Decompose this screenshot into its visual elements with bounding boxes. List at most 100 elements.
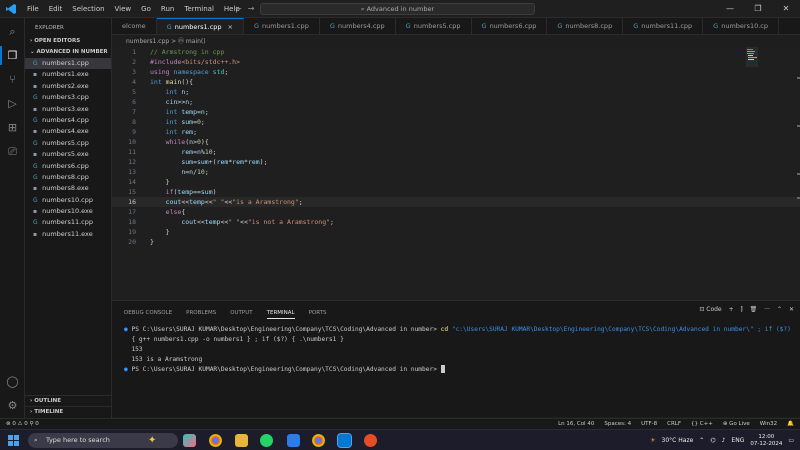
chrome-profile-icon[interactable] (312, 434, 325, 447)
account-icon[interactable]: ◯ (5, 374, 20, 389)
run-debug-icon[interactable]: ▷ (5, 96, 20, 111)
tab-numbers5-cpp[interactable]: Gnumbers5.cpp (395, 18, 472, 34)
panel-tab-ports[interactable]: PORTS (309, 307, 327, 319)
file-item[interactable]: G numbers5.cpp (25, 138, 111, 149)
sparkle-icon[interactable]: ✦ (148, 434, 161, 447)
code-line[interactable]: 11 rem=n%10; (112, 147, 800, 157)
copilot-icon[interactable] (183, 434, 196, 447)
tab-elcome[interactable]: elcome (112, 18, 157, 34)
file-item[interactable]: ▪ numbers8.exe (25, 183, 111, 194)
code-line[interactable]: 5 int n; (112, 87, 800, 97)
code-line[interactable]: 9 int rem; (112, 127, 800, 137)
code-line[interactable]: 12 sum=sum+(rem*rem*rem); (112, 157, 800, 167)
editor-scrollbar[interactable] (788, 47, 800, 300)
panel-tab-debug-console[interactable]: DEBUG CONSOLE (124, 307, 172, 319)
timeline-section[interactable]: › TIMELINE (25, 406, 112, 417)
more-actions-icon[interactable]: ··· (764, 306, 770, 314)
code-line[interactable]: 16 cout<<temp<<" "<<"is a Aramstrong"; (112, 197, 800, 207)
menu-edit[interactable]: Edit (44, 0, 68, 18)
terminal-output[interactable]: ● PS C:\Users\SURAJ KUMAR\Desktop\Engine… (124, 325, 800, 375)
open-editors-section[interactable]: › OPEN EDITORS (25, 36, 111, 47)
file-item[interactable]: ▪ numbers5.exe (25, 149, 111, 160)
minimize-button[interactable]: — (716, 0, 744, 18)
code-line[interactable]: 17 else{ (112, 207, 800, 217)
file-item[interactable]: ▪ numbers3.exe (25, 104, 111, 115)
outline-section[interactable]: › OUTLINE (25, 395, 112, 406)
kill-terminal-icon[interactable]: 🗑 (750, 306, 758, 314)
file-item[interactable]: ▪ numbers11.exe (25, 229, 111, 240)
code-line[interactable]: 14 } (112, 177, 800, 187)
file-item[interactable]: ▪ numbers10.exe (25, 206, 111, 217)
language-indicator[interactable]: ENG (731, 437, 744, 444)
tab-numbers1-cpp[interactable]: Gnumbers1.cpp (243, 18, 320, 34)
file-item[interactable]: G numbers11.cpp (25, 217, 111, 228)
minimap[interactable] (746, 47, 758, 67)
code-line[interactable]: 1 // Armstrong in cpp (112, 47, 800, 57)
new-terminal-icon[interactable]: + (729, 306, 734, 314)
app-icon[interactable] (364, 434, 377, 447)
explorer-icon[interactable]: ❐ (0, 46, 20, 65)
command-center[interactable]: ←→ ⌕ Advanced in number (235, 3, 535, 15)
tab-numbers10-cp[interactable]: Gnumbers10.cp (703, 18, 780, 34)
file-item[interactable]: G numbers10.cpp (25, 195, 111, 206)
tray-overflow-icon[interactable]: ⌃ (699, 437, 704, 444)
code-line[interactable]: 3 using namespace std; (112, 67, 800, 77)
file-item[interactable]: G numbers3.cpp (25, 92, 111, 103)
menu-terminal[interactable]: Terminal (179, 0, 219, 18)
network-icon[interactable]: ⌬ (710, 437, 715, 444)
settings-gear-icon[interactable]: ⚙ (5, 398, 20, 413)
remote-explorer-icon[interactable]: ⎚ (5, 144, 20, 159)
weather-text[interactable]: 30°C Haze (662, 437, 694, 444)
file-item[interactable]: G numbers1.cpp (25, 58, 111, 70)
tab-numbers4-cpp[interactable]: Gnumbers4.cpp (319, 18, 396, 34)
search-icon[interactable]: ⌕ (5, 24, 20, 39)
code-line[interactable]: 7 int temp=n; (112, 107, 800, 117)
close-tab-icon[interactable]: × (228, 23, 233, 31)
terminal-shell-selector[interactable]: ⊡ Code (699, 306, 721, 314)
close-button[interactable]: ✕ (772, 0, 800, 18)
tab-numbers8-cpp[interactable]: Gnumbers8.cpp (547, 18, 624, 34)
maximize-button[interactable]: ❐ (744, 0, 772, 18)
code-line[interactable]: 15 if(temp==sum) (112, 187, 800, 197)
extensions-icon[interactable]: ⊞ (5, 120, 20, 135)
clock[interactable]: 12:00 07-12-2024 (750, 434, 782, 448)
source-control-icon[interactable]: ⑂ (5, 72, 20, 87)
vscode-taskbar-icon[interactable] (337, 433, 352, 448)
menu-view[interactable]: View (110, 0, 137, 18)
code-line[interactable]: 4 int main(){ (112, 77, 800, 87)
maximize-panel-icon[interactable]: ⌃ (777, 306, 782, 314)
panel-tab-output[interactable]: OUTPUT (230, 307, 252, 319)
close-panel-icon[interactable]: ✕ (789, 306, 794, 314)
tab-numbers11-cpp[interactable]: Gnumbers11.cpp (623, 18, 704, 34)
code-line[interactable]: 6 cin>>n; (112, 97, 800, 107)
breadcrumb[interactable]: numbers1.cpp > ⓜ main() (112, 36, 800, 47)
tab-numbers6-cpp[interactable]: Gnumbers6.cpp (471, 18, 548, 34)
file-explorer-icon[interactable] (235, 434, 248, 447)
code-line[interactable]: 19 } (112, 227, 800, 237)
code-editor[interactable]: 1 // Armstrong in cpp 2 #include<bits/stdc+… (112, 47, 800, 300)
code-line[interactable]: 10 while(n>0){ (112, 137, 800, 147)
windows-start-icon[interactable] (8, 435, 19, 446)
code-line[interactable]: 2 #include<bits/stdc++.h> (112, 57, 800, 67)
panel-tab-terminal[interactable]: TERMINAL (266, 307, 295, 319)
code-line[interactable]: 13 n=n/10; (112, 167, 800, 177)
file-item[interactable]: ▪ numbers1.exe (25, 69, 111, 80)
notifications-icon[interactable]: ▭ (788, 437, 794, 444)
tab-numbers1-cpp[interactable]: Gnumbers1.cpp × (156, 18, 244, 34)
code-line[interactable]: 18 cout<<temp<<" "<<"is not a Aramstrong… (112, 217, 800, 227)
file-item[interactable]: G numbers4.cpp (25, 115, 111, 126)
volume-icon[interactable]: ♪ (722, 437, 726, 444)
menu-go[interactable]: Go (136, 0, 156, 18)
panel-tab-problems[interactable]: PROBLEMS (186, 307, 216, 319)
store-icon[interactable] (287, 434, 300, 447)
code-line[interactable]: 20} (112, 237, 800, 247)
folder-section[interactable]: ⌄ ADVANCED IN NUMBER (25, 47, 111, 58)
chrome-icon[interactable] (209, 434, 222, 447)
menu-selection[interactable]: Selection (67, 0, 109, 18)
file-item[interactable]: ▪ numbers4.exe (25, 126, 111, 137)
menu-file[interactable]: File (22, 0, 44, 18)
whatsapp-icon[interactable] (260, 434, 273, 447)
code-line[interactable]: 8 int sum=0; (112, 117, 800, 127)
file-item[interactable]: G numbers6.cpp (25, 161, 111, 172)
split-terminal-icon[interactable]: ⫿ (741, 306, 743, 314)
